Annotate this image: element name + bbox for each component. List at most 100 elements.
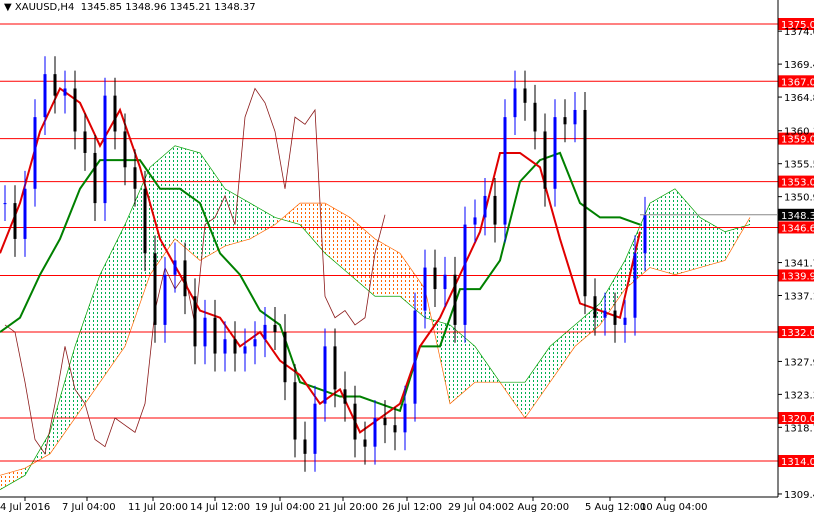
time-tick-label: 21 Jul 20:00 bbox=[318, 502, 378, 513]
candle-body bbox=[343, 389, 347, 404]
candle-body bbox=[243, 346, 247, 354]
candle-body bbox=[193, 296, 197, 347]
candle-body bbox=[303, 439, 307, 454]
level-price-label: 1367.00 bbox=[781, 77, 814, 88]
candle-body bbox=[423, 267, 427, 311]
price-tick-label: 1341.70 bbox=[784, 259, 814, 270]
cloud-segment bbox=[675, 188, 700, 275]
candle-body bbox=[253, 339, 257, 347]
candle-body bbox=[43, 74, 47, 118]
symbol-label: XAUUSD,H4 bbox=[14, 2, 75, 13]
candle-body bbox=[563, 117, 567, 125]
level-price-label: 1346.60 bbox=[781, 223, 814, 234]
candle-body bbox=[163, 274, 167, 325]
cloud-segment bbox=[175, 145, 200, 261]
candle-body bbox=[513, 88, 517, 118]
candle-body bbox=[173, 260, 177, 275]
candle-body bbox=[103, 95, 107, 204]
candle-body bbox=[33, 117, 37, 189]
price-tick-label: 1355.50 bbox=[784, 160, 814, 171]
price-tick-label: 1360.10 bbox=[784, 127, 814, 138]
price-tick-label: 1337.10 bbox=[784, 292, 814, 303]
level-price-label: 1332.00 bbox=[781, 328, 814, 339]
candle-body bbox=[643, 214, 647, 254]
cloud-segment bbox=[450, 324, 475, 404]
candle-body bbox=[453, 274, 457, 325]
candle-body bbox=[523, 88, 527, 103]
cloud-segment bbox=[100, 224, 125, 383]
candle-body bbox=[113, 95, 117, 132]
candle-body bbox=[623, 317, 627, 325]
price-tick-label: 1350.90 bbox=[784, 193, 814, 204]
price-tick-label: 1369.40 bbox=[784, 60, 814, 71]
candle-body bbox=[13, 203, 17, 239]
candle-body bbox=[413, 310, 417, 404]
candle-body bbox=[373, 418, 377, 447]
price-tick-label: 1309.40 bbox=[784, 490, 814, 501]
price-tick-label: 1327.90 bbox=[784, 357, 814, 368]
candle-body bbox=[213, 317, 217, 354]
candle-body bbox=[483, 195, 487, 218]
cloud-segment bbox=[375, 238, 400, 297]
ohlc-readout: 1345.85 1348.96 1345.21 1348.37 bbox=[80, 2, 256, 13]
cloud-segment bbox=[200, 152, 225, 261]
cloud-segment bbox=[550, 324, 575, 383]
candle-body bbox=[363, 439, 367, 447]
candle-body bbox=[313, 403, 317, 454]
chart-window[interactable]: ▼ XAUUSD,H4 1345.85 1348.96 1345.21 1348… bbox=[0, 0, 814, 514]
candle-body bbox=[433, 267, 437, 290]
price-tick-label: 1323.30 bbox=[784, 390, 814, 401]
candle-body bbox=[143, 188, 147, 254]
cloud-segment bbox=[75, 274, 100, 419]
chart-title: ▼ XAUUSD,H4 1345.85 1348.96 1345.21 1348… bbox=[4, 2, 256, 13]
candle-body bbox=[63, 88, 67, 96]
time-tick-label: 11 Jul 20:00 bbox=[128, 502, 188, 513]
candle-body bbox=[633, 253, 637, 318]
candle-body bbox=[533, 102, 537, 132]
candle-body bbox=[473, 217, 477, 225]
candle-body bbox=[403, 403, 407, 433]
candle-body bbox=[353, 403, 357, 440]
current-price-label: 1348.37 bbox=[781, 211, 814, 222]
candle-body bbox=[383, 418, 387, 426]
candle-body bbox=[3, 203, 7, 205]
time-tick-label: 29 Jul 04:00 bbox=[448, 502, 508, 513]
candle-body bbox=[593, 296, 597, 318]
cloud-segment bbox=[650, 188, 675, 275]
candle-body bbox=[323, 346, 327, 404]
candle-body bbox=[73, 88, 77, 132]
candle-body bbox=[153, 253, 157, 325]
candle-body bbox=[553, 117, 557, 189]
candle-body bbox=[273, 324, 277, 333]
time-tick-label: 14 Jul 12:00 bbox=[190, 502, 250, 513]
cloud-segment bbox=[350, 217, 375, 297]
candle-body bbox=[573, 109, 577, 125]
candle-body bbox=[503, 117, 507, 225]
candle-body bbox=[83, 131, 87, 153]
candle-body bbox=[233, 339, 237, 354]
candle-body bbox=[443, 274, 447, 290]
cloud-segment bbox=[525, 346, 550, 419]
candle-body bbox=[53, 74, 57, 96]
candle-body bbox=[393, 425, 397, 433]
level-price-label: 1314.00 bbox=[781, 457, 814, 468]
price-chart[interactable]: 1375.001367.001359.001353.001346.601339.… bbox=[0, 0, 814, 514]
time-tick-label: 2 Aug 20:00 bbox=[508, 502, 569, 513]
time-tick-label: 19 Jul 04:00 bbox=[255, 502, 315, 513]
candle-body bbox=[493, 195, 497, 225]
level-price-label: 1339.90 bbox=[781, 271, 814, 282]
price-tick-label: 1318.70 bbox=[784, 423, 814, 434]
cloud-segment bbox=[250, 203, 275, 239]
candle-body bbox=[293, 382, 297, 440]
level-price-label: 1353.00 bbox=[781, 178, 814, 189]
candle-body bbox=[543, 131, 547, 189]
candle-body bbox=[183, 260, 187, 297]
candle-body bbox=[333, 346, 337, 390]
time-tick-label: 10 Aug 04:00 bbox=[640, 502, 707, 513]
price-tick-label: 1364.80 bbox=[784, 93, 814, 104]
candle-body bbox=[463, 224, 467, 325]
candle-body bbox=[203, 317, 207, 347]
time-tick-label: 5 Aug 12:00 bbox=[585, 502, 646, 513]
candle-body bbox=[223, 339, 227, 354]
price-tick-label: 1374.00 bbox=[784, 27, 814, 38]
